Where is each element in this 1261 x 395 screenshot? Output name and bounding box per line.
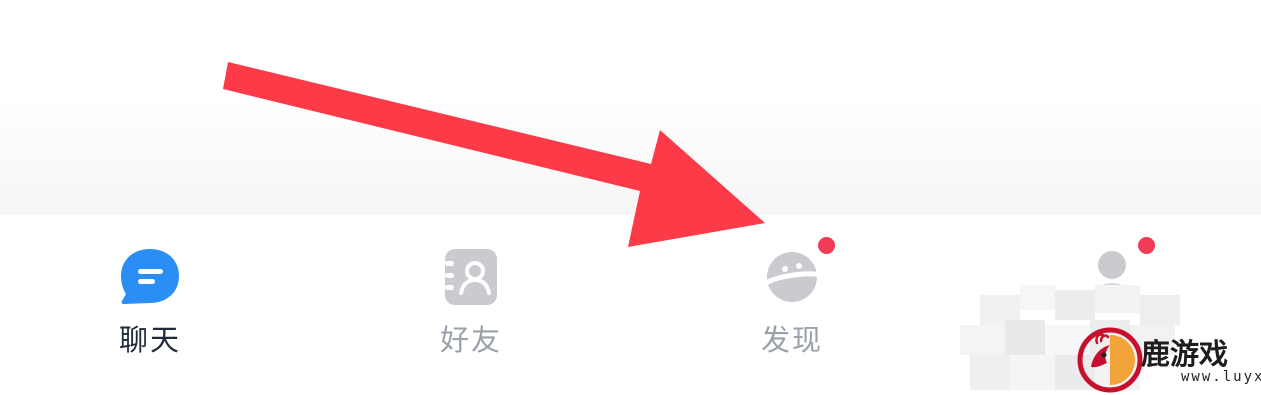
- me-badge: [1138, 237, 1155, 254]
- discover-badge: [818, 237, 835, 254]
- deer-logo-icon: [1077, 327, 1143, 393]
- watermark-text: 鹿游戏: [1141, 337, 1229, 371]
- contacts-icon: [445, 249, 497, 305]
- tab-friends[interactable]: 好友: [371, 215, 571, 365]
- tab-friends-label: 好友: [439, 323, 502, 357]
- tab-chat[interactable]: 聊天: [50, 215, 250, 365]
- content-area: [0, 0, 1261, 215]
- watermark: 鹿游戏 www.luyx.cn: [1077, 325, 1261, 395]
- chat-bubble-icon: [121, 249, 179, 304]
- tab-chat-label: 聊天: [118, 323, 181, 357]
- tab-discover-label: 发现: [760, 323, 823, 357]
- tab-discover[interactable]: 发现: [692, 215, 892, 365]
- planet-icon: [760, 252, 824, 302]
- watermark-url: www.luyx.cn: [1181, 369, 1261, 385]
